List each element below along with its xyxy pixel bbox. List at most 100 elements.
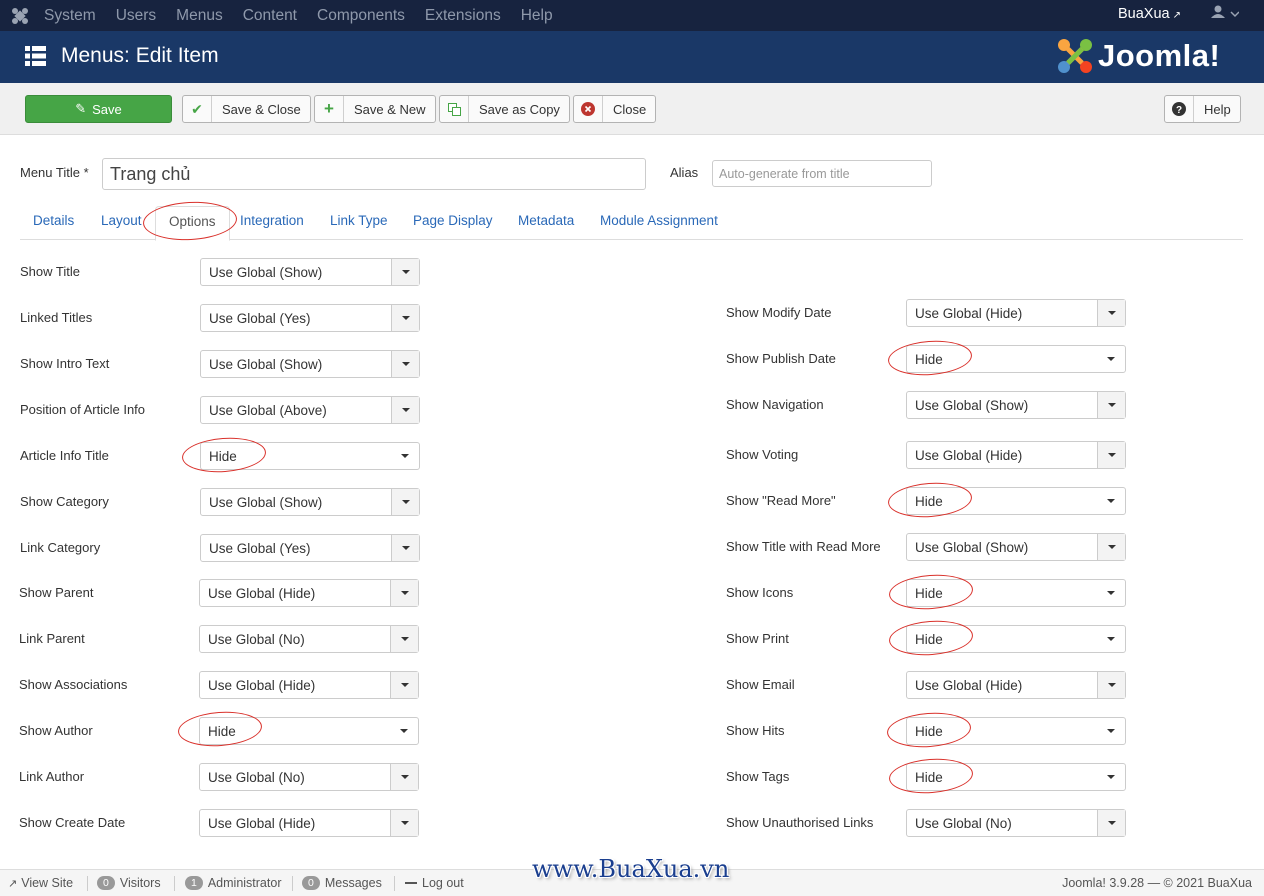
option-value: Use Global (Yes) (209, 310, 311, 326)
visitors-link[interactable]: 0 Visitors (97, 876, 161, 890)
view-site-label: View Site (21, 876, 74, 890)
field-label: Show Email (726, 677, 795, 692)
option-select[interactable]: Hide (906, 579, 1126, 607)
logout-link[interactable]: Log out (405, 876, 464, 890)
option-value: Use Global (Hide) (915, 677, 1023, 693)
watermark: www.BuaXua.vn (532, 855, 730, 883)
divider (174, 876, 175, 891)
menu-system[interactable]: System (44, 7, 96, 25)
chevron-down-icon (391, 351, 419, 377)
field-label: Show Icons (726, 585, 794, 600)
save-label: Save (92, 101, 122, 117)
brand-text: Joomla! (1098, 38, 1221, 73)
administrator-link[interactable]: 1 Administrator (185, 876, 281, 890)
menu-help[interactable]: Help (521, 7, 553, 25)
chevron-down-icon (390, 672, 418, 698)
view-site-link[interactable]: ↗ View Site (8, 876, 73, 890)
option-select[interactable]: Use Global (Show) (200, 258, 420, 286)
option-select[interactable]: Use Global (Yes) (200, 534, 420, 562)
option-select[interactable]: Use Global (No) (906, 809, 1126, 837)
field-label: Link Author (19, 769, 85, 784)
option-select[interactable]: Hide (906, 487, 1126, 515)
field-label: Show Unauthorised Links (726, 815, 874, 830)
chevron-down-icon (1097, 810, 1125, 836)
close-icon (574, 96, 603, 122)
option-select[interactable]: Use Global (Hide) (199, 809, 419, 837)
option-select[interactable]: Hide (199, 717, 419, 745)
field-label: Show Associations (19, 677, 128, 692)
option-select[interactable]: Hide (906, 625, 1126, 653)
save-copy-button[interactable]: Save as Copy (439, 95, 570, 123)
divider (394, 876, 395, 891)
tab-link-type[interactable]: Link Type (317, 206, 401, 240)
tab-page-display[interactable]: Page Display (400, 206, 506, 240)
tab-integration[interactable]: Integration (227, 206, 317, 240)
option-value: Use Global (Above) (209, 402, 327, 418)
option-select[interactable]: Use Global (Hide) (199, 671, 419, 699)
menu-menus[interactable]: Menus (176, 7, 223, 25)
tab-details[interactable]: Details (20, 206, 87, 240)
option-select[interactable]: Use Global (No) (199, 763, 419, 791)
option-select[interactable]: Use Global (No) (199, 625, 419, 653)
site-link[interactable]: BuaXua ↗ (1118, 6, 1181, 22)
tab-metadata[interactable]: Metadata (505, 206, 587, 240)
tab-options[interactable]: Options (155, 206, 230, 241)
option-select[interactable]: Use Global (Hide) (906, 441, 1126, 469)
menu-extensions[interactable]: Extensions (425, 7, 501, 25)
field-label: Linked Titles (20, 310, 93, 325)
visitors-label: Visitors (119, 876, 161, 890)
check-icon: ✔ (183, 96, 212, 122)
external-link-icon: ↗ (1172, 10, 1181, 21)
option-select[interactable]: Hide (906, 345, 1126, 373)
close-label: Close (613, 101, 647, 117)
field-label: Link Parent (19, 631, 85, 646)
option-select[interactable]: Use Global (Hide) (906, 299, 1126, 327)
save-new-label: Save & New (354, 101, 426, 117)
field-label: Show Tags (726, 769, 790, 784)
joomla-brand: Joomla! (1056, 37, 1220, 75)
option-select[interactable]: Use Global (Yes) (200, 304, 420, 332)
menu-title-input[interactable] (102, 158, 646, 190)
menu-components[interactable]: Components (317, 7, 405, 25)
user-menu-icon[interactable] (1211, 5, 1240, 24)
option-select[interactable]: Use Global (Show) (906, 391, 1126, 419)
chevron-down-icon (391, 397, 419, 423)
option-select[interactable]: Use Global (Hide) (906, 671, 1126, 699)
page-title: Menus: Edit Item (61, 44, 219, 67)
chevron-down-icon (1097, 488, 1125, 514)
chevron-down-icon (391, 305, 419, 331)
option-select[interactable]: Use Global (Show) (200, 350, 420, 378)
option-select[interactable]: Use Global (Show) (200, 488, 420, 516)
option-value: Use Global (Hide) (915, 305, 1023, 321)
option-select[interactable]: Hide (906, 763, 1126, 791)
option-select[interactable]: Use Global (Hide) (199, 579, 419, 607)
menu-title-label: Menu Title * (20, 165, 89, 180)
tab-module-assignment[interactable]: Module Assignment (587, 206, 731, 240)
close-button[interactable]: Close (573, 95, 657, 123)
save-close-button[interactable]: ✔ Save & Close (182, 95, 311, 123)
option-value: Hide (915, 493, 943, 509)
save-close-label: Save & Close (222, 101, 301, 117)
option-select[interactable]: Hide (906, 717, 1126, 745)
logout-label: Log out (422, 876, 464, 890)
save-button[interactable]: ✎ Save (25, 95, 172, 123)
option-value: Use Global (Hide) (208, 815, 316, 831)
tab-layout[interactable]: Layout (88, 206, 155, 240)
joomla-logo-icon[interactable] (0, 7, 40, 25)
chevron-down-icon (390, 626, 418, 652)
menu-content[interactable]: Content (243, 7, 297, 25)
field-label: Show Intro Text (20, 356, 110, 371)
save-new-button[interactable]: + Save & New (314, 95, 436, 123)
option-select[interactable]: Use Global (Above) (200, 396, 420, 424)
option-select[interactable]: Hide (200, 442, 420, 470)
chevron-down-icon (1097, 672, 1125, 698)
menu-users[interactable]: Users (116, 7, 156, 25)
field-label: Show Publish Date (726, 351, 836, 366)
option-value: Use Global (Show) (209, 264, 323, 280)
alias-input[interactable] (712, 160, 932, 187)
help-button[interactable]: ? Help (1164, 95, 1241, 123)
option-value: Use Global (Hide) (208, 585, 316, 601)
messages-link[interactable]: 0 Messages (302, 876, 382, 890)
external-link-icon: ↗ (8, 877, 18, 890)
option-select[interactable]: Use Global (Show) (906, 533, 1126, 561)
